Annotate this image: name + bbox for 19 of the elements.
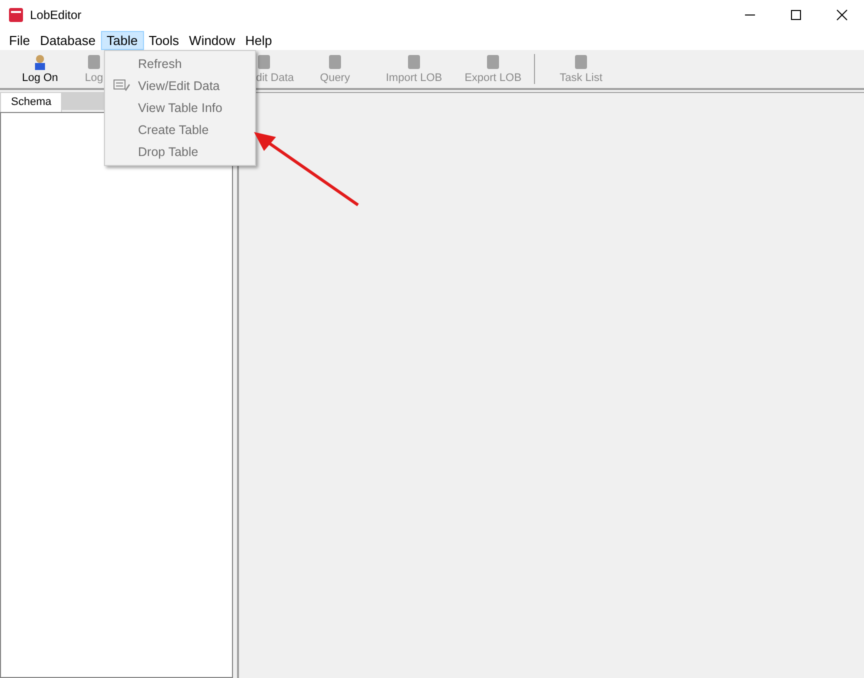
menu-item[interactable]: File [4, 32, 35, 48]
toolbar-button[interactable]: Log On [8, 50, 72, 88]
menu-item[interactable]: Window [184, 32, 240, 48]
toolbar-icon [327, 54, 343, 70]
schema-tab[interactable]: Schema [0, 92, 62, 112]
toolbar-icon [573, 54, 589, 70]
toolbar-icon [32, 54, 48, 70]
toolbar-icon [485, 54, 501, 70]
menu-item[interactable]: Help [240, 32, 278, 48]
menu-item[interactable]: Database [34, 32, 101, 48]
toolbar-icon [256, 54, 272, 70]
maximize-icon[interactable] [790, 9, 802, 21]
menu-item[interactable]: Tools [144, 32, 184, 48]
app-icon [8, 7, 24, 23]
toolbar-icon [86, 54, 102, 70]
toolbar-icon [406, 54, 422, 70]
window-title: LobEditor [30, 8, 82, 22]
close-icon[interactable] [836, 9, 848, 21]
menu-item[interactable]: Table [100, 30, 144, 50]
